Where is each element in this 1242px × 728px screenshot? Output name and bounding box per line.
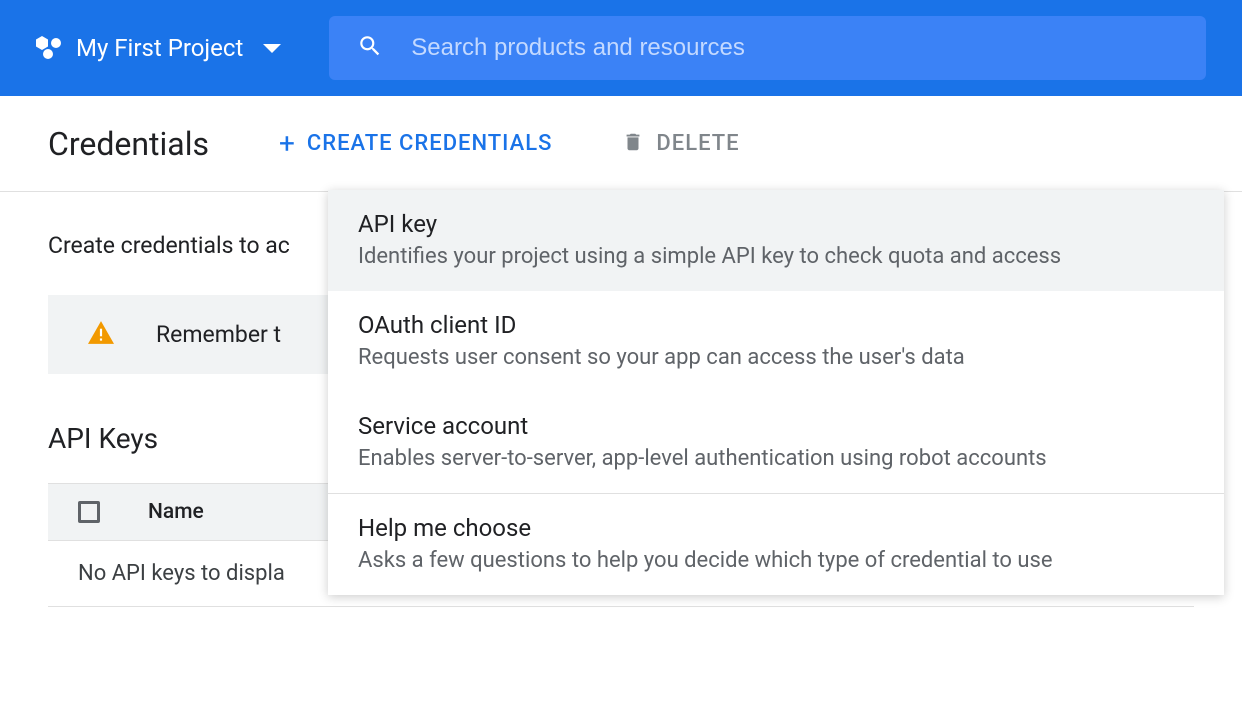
search-bar[interactable] bbox=[329, 16, 1206, 80]
menu-item-title: Help me choose bbox=[358, 514, 1194, 542]
create-credentials-label: CREATE CREDENTIALS bbox=[307, 131, 553, 156]
create-credentials-button[interactable]: + CREATE CREDENTIALS bbox=[279, 127, 552, 160]
create-credentials-dropdown: API key Identifies your project using a … bbox=[328, 190, 1224, 595]
dropdown-triangle-icon bbox=[263, 44, 281, 53]
menu-item-title: OAuth client ID bbox=[358, 311, 1194, 339]
menu-item-desc: Enables server-to-server, app-level auth… bbox=[358, 446, 1194, 471]
search-input[interactable] bbox=[411, 34, 1178, 62]
toolbar: Credentials + CREATE CREDENTIALS DELETE bbox=[0, 96, 1242, 192]
column-header-name: Name bbox=[148, 500, 204, 524]
warning-icon bbox=[88, 321, 114, 348]
search-icon bbox=[357, 33, 383, 63]
warning-text: Remember t bbox=[156, 321, 281, 348]
menu-item-service-account[interactable]: Service account Enables server-to-server… bbox=[328, 392, 1224, 493]
top-header: My First Project bbox=[0, 0, 1242, 96]
plus-icon: + bbox=[279, 127, 295, 160]
menu-item-desc: Asks a few questions to help you decide … bbox=[358, 548, 1194, 573]
menu-item-desc: Identifies your project using a simple A… bbox=[358, 244, 1194, 269]
menu-item-help-me-choose[interactable]: Help me choose Asks a few questions to h… bbox=[328, 494, 1224, 595]
select-all-checkbox[interactable] bbox=[78, 501, 100, 523]
project-selector[interactable]: My First Project bbox=[36, 34, 281, 62]
project-icon bbox=[36, 36, 62, 60]
menu-item-desc: Requests user consent so your app can ac… bbox=[358, 345, 1194, 370]
menu-item-title: API key bbox=[358, 210, 1194, 238]
project-name: My First Project bbox=[76, 34, 243, 62]
delete-label: DELETE bbox=[656, 131, 739, 156]
menu-item-title: Service account bbox=[358, 412, 1194, 440]
trash-icon bbox=[622, 129, 644, 159]
menu-item-oauth-client-id[interactable]: OAuth client ID Requests user consent so… bbox=[328, 291, 1224, 392]
menu-item-api-key[interactable]: API key Identifies your project using a … bbox=[328, 190, 1224, 291]
page-title: Credentials bbox=[48, 125, 209, 163]
delete-button[interactable]: DELETE bbox=[622, 129, 739, 159]
